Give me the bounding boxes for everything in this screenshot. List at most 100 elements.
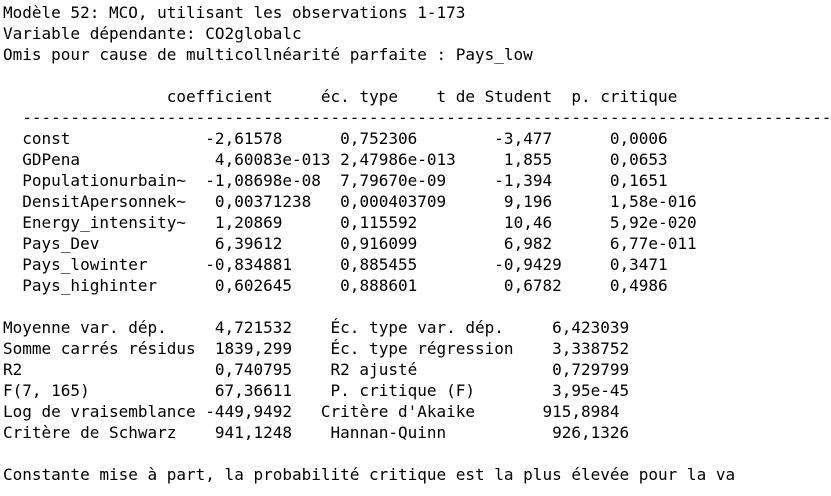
coefficient-rows: const -2,61578 0,752306 -3,477 0,0006 GD… (3, 128, 831, 296)
row-indent (3, 171, 22, 190)
row-coefficient: 0,00371238 (205, 192, 331, 211)
row-coefficient: 0,602645 (205, 276, 331, 295)
stat-gap (196, 339, 215, 358)
row-gap (456, 234, 495, 253)
row-t-stat: 9,196 (494, 192, 610, 211)
stat-value: 3,95e-45 (552, 381, 630, 400)
stat-gap (523, 381, 552, 400)
row-gap (331, 192, 341, 211)
stat-value: 4,721532 (214, 318, 302, 337)
stat-gap (196, 402, 206, 421)
footer-note: Constante mise à part, la probabilité cr… (3, 465, 736, 484)
row-variable-name: DensitApersonnek~ (22, 192, 187, 211)
row-std-error: 2,47986e-013 (340, 150, 456, 169)
stat-label: Critère d'Akaike (320, 402, 514, 421)
stat-label: Log de vraisemblance (3, 402, 196, 421)
stats-row: Somme carrés résidus 1839,299 Éc. type r… (3, 338, 831, 359)
row-p-value: 1,58e-016 (609, 192, 697, 211)
row-gap (331, 255, 341, 274)
stat-label: Hannan-Quinn (330, 423, 524, 442)
row-gap (186, 192, 205, 211)
row-indent (3, 129, 22, 148)
row-variable-name: Energy_intensity~ (22, 213, 187, 232)
stat-label: Éc. type var. dép. (330, 318, 524, 337)
stat-gap (196, 423, 215, 442)
row-variable-name: Populationurbain~ (22, 171, 187, 190)
row-coefficient: -0,834881 (205, 255, 331, 274)
stat-value: 67,36611 (214, 381, 302, 400)
header-gap (552, 87, 571, 106)
table-row: Pays_Dev 6,39612 0,916099 6,982 6,77e-01… (3, 233, 831, 254)
stat-gap (302, 423, 331, 442)
stat-gap (302, 339, 331, 358)
row-coefficient: -1,08698e-08 (205, 171, 331, 190)
stat-gap (302, 381, 331, 400)
row-gap (331, 213, 341, 232)
header-t-stat: t de Student (436, 87, 553, 106)
row-gap (331, 150, 341, 169)
row-indent (3, 192, 22, 211)
row-gap (186, 255, 205, 274)
row-std-error: 0,000403709 (340, 192, 456, 211)
row-std-error: 0,115592 (340, 213, 456, 232)
stat-value: 6,423039 (552, 318, 630, 337)
row-gap (331, 276, 341, 295)
row-gap (456, 276, 495, 295)
row-variable-name: const (22, 129, 187, 148)
stat-label: R2 ajusté (330, 360, 524, 379)
stat-gap (523, 423, 552, 442)
row-variable-name: Pays_Dev (22, 234, 187, 253)
row-gap (456, 255, 495, 274)
regression-output[interactable]: Modèle 52: MCO, utilisant les observatio… (0, 0, 831, 496)
row-gap (186, 129, 205, 148)
stat-value: 915,8984 (542, 402, 620, 421)
table-header: coefficient éc. type t de Student p. cri… (3, 86, 831, 107)
stats-row: Critère de Schwarz 941,1248 Hannan-Quinn… (3, 422, 831, 443)
header-indent (3, 87, 167, 106)
row-gap (186, 171, 205, 190)
row-indent (3, 276, 22, 295)
row-indent (3, 255, 22, 274)
row-indent (3, 150, 22, 169)
table-separator: ----------------------------------------… (22, 108, 831, 127)
summary-statistics: Moyenne var. dép. 4,721532 Éc. type var.… (3, 317, 831, 443)
row-std-error: 0,916099 (340, 234, 456, 253)
row-std-error: 0,752306 (340, 129, 456, 148)
table-row: Energy_intensity~ 1,20869 0,115592 10,46… (3, 212, 831, 233)
header-gap (398, 87, 437, 106)
model-title: Modèle 52: MCO, utilisant les observatio… (3, 3, 466, 22)
stat-value: 0,740795 (214, 360, 302, 379)
row-t-stat: -1,394 (494, 171, 610, 190)
row-gap (456, 129, 495, 148)
row-gap (331, 171, 341, 190)
stat-gap (292, 402, 321, 421)
table-row: Populationurbain~ -1,08698e-08 7,79670e-… (3, 170, 831, 191)
row-indent (3, 234, 22, 253)
table-row: Pays_lowinter -0,834881 0,885455 -0,9429… (3, 254, 831, 275)
stat-gap (302, 360, 331, 379)
row-p-value: 0,3471 (609, 255, 668, 274)
table-row: GDPena 4,60083e-013 2,47986e-013 1,855 0… (3, 149, 831, 170)
stat-value: 941,1248 (214, 423, 302, 442)
stat-label: Éc. type régression (330, 339, 524, 358)
stat-gap (523, 360, 552, 379)
table-row: const -2,61578 0,752306 -3,477 0,0006 (3, 128, 831, 149)
header-p-value: p. critique (571, 87, 678, 106)
row-std-error: 0,885455 (340, 255, 456, 274)
row-p-value: 0,1651 (609, 171, 668, 190)
row-gap (331, 129, 341, 148)
row-coefficient: -2,61578 (205, 129, 331, 148)
stats-row: F(7, 165) 67,36611 P. critique (F) 3,95e… (3, 380, 831, 401)
stat-value: 0,729799 (552, 360, 630, 379)
stat-label: Somme carrés résidus (3, 339, 196, 358)
row-t-stat: 6,982 (494, 234, 610, 253)
stat-value: 3,338752 (552, 339, 630, 358)
row-variable-name: GDPena (22, 150, 187, 169)
row-p-value: 0,4986 (609, 276, 668, 295)
header-std-error: éc. type (320, 87, 398, 106)
row-p-value: 6,77e-011 (609, 234, 697, 253)
stat-value: -449,9492 (205, 402, 292, 421)
header-gap (273, 87, 321, 106)
row-t-stat: 0,6782 (494, 276, 610, 295)
